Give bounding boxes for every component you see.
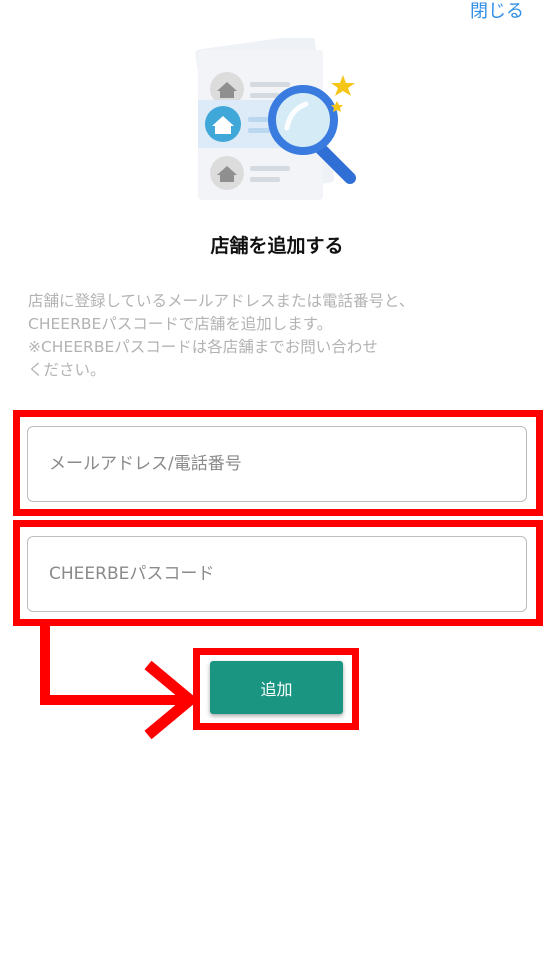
close-button[interactable]: 閉じる — [470, 1, 524, 23]
passcode-field-highlight — [13, 520, 543, 626]
store-search-icon — [195, 38, 356, 200]
add-store-screen: 閉じる 店舗を追加する 店舗に登録しているメールアドレスまたは電話番号と、 CH… — [0, 0, 554, 960]
instructions-line: CHEERBEパスコードで店舗を追加します。 — [28, 315, 333, 333]
add-button-highlight — [193, 648, 359, 730]
instructions-line: ください。 — [28, 361, 106, 379]
email-field-highlight — [13, 410, 543, 516]
instructions-text: 店舗に登録しているメールアドレスまたは電話番号と、 CHEERBEパスコードで店… — [28, 290, 528, 382]
instructions-line: ※CHEERBEパスコードは各店舗までお問い合わせ — [28, 338, 378, 356]
page-title: 店舗を追加する — [210, 235, 344, 257]
arrow-annotation — [40, 620, 199, 740]
instructions-line: 店舗に登録しているメールアドレスまたは電話番号と、 — [28, 292, 415, 310]
